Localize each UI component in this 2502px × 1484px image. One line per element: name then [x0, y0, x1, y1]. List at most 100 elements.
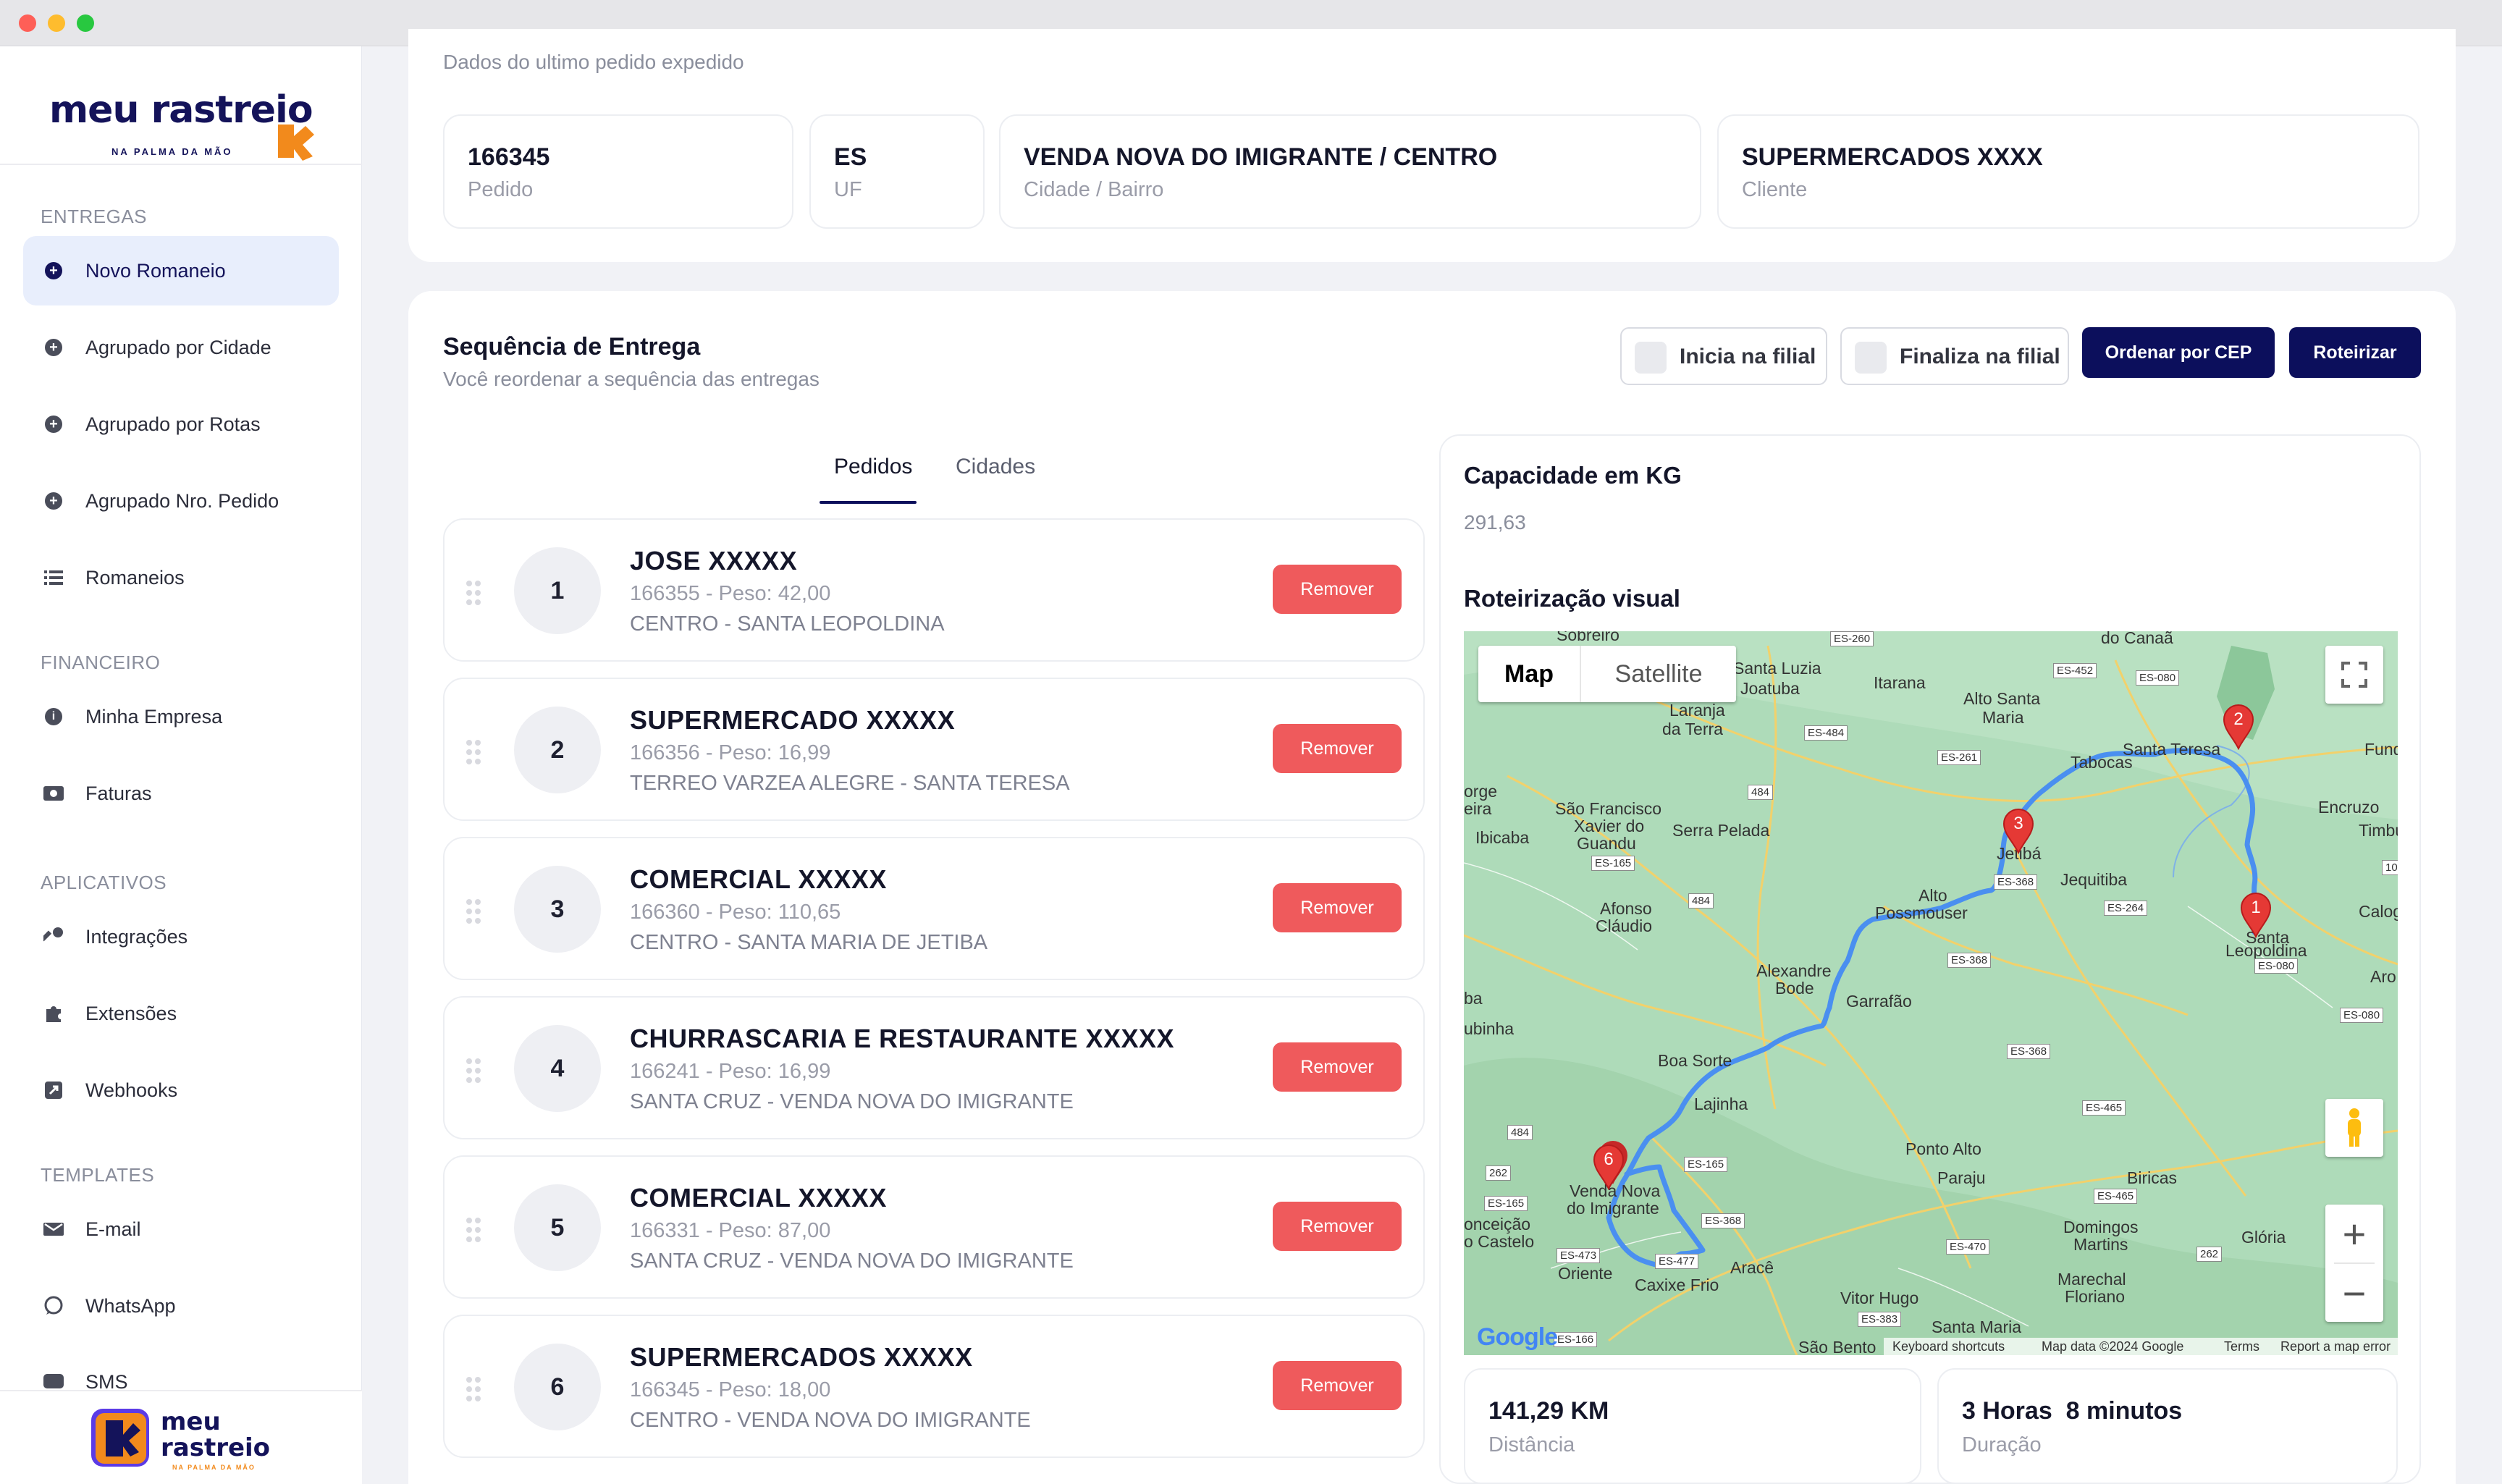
drag-handle-icon[interactable]	[466, 1058, 481, 1083]
sidebar-item-sms[interactable]: SMS	[23, 1348, 339, 1391]
fullscreen-button[interactable]	[2325, 646, 2383, 704]
duration-box: 3 Horas 8 minutos Duração	[1937, 1368, 2398, 1484]
order-meta: 166345 - Peso: 18,00	[630, 1378, 831, 1401]
sidebar-item-romaneios[interactable]: Romaneios	[23, 543, 339, 612]
sidebar-item-agrupado-rotas[interactable]: + Agrupado por Rotas	[23, 389, 339, 459]
sidebar-item-extensoes[interactable]: Extensões	[23, 979, 339, 1048]
drag-handle-icon[interactable]	[466, 581, 481, 605]
road-badge: ES-165	[1591, 856, 1635, 871]
tab-cidades[interactable]: Cidades	[956, 455, 1035, 479]
list-item-order-1[interactable]: 1 JOSE XXXXX 166355 - Peso: 42,00 CENTRO…	[443, 518, 1425, 662]
google-logo: Google	[1477, 1323, 1558, 1351]
footer-logo-text: meu rastreio	[161, 1407, 271, 1462]
section-title-aplicativos: APLICATIVOS	[41, 872, 167, 893]
remove-button[interactable]: Remover	[1273, 1361, 1402, 1410]
remove-button[interactable]: Remover	[1273, 724, 1402, 773]
map-marker-1[interactable]: 1	[2240, 892, 2272, 939]
sidebar-footer-logo[interactable]: meu rastreio NA PALMA DA MÃO	[0, 1390, 362, 1484]
street-view-pegman[interactable]	[2325, 1099, 2383, 1157]
road-badge: ES-166	[1554, 1332, 1598, 1347]
list-item-order-5[interactable]: 5 COMERCIAL XXXXX 166331 - Peso: 87,00 S…	[443, 1155, 1425, 1299]
map-type-map-button[interactable]: Map	[1478, 646, 1580, 702]
minimize-window-button[interactable]	[48, 14, 65, 32]
capacity-value: 291,63	[1464, 511, 1526, 534]
list-item-order-2[interactable]: 2 SUPERMERCADO XXXXX 166356 - Peso: 16,9…	[443, 678, 1425, 821]
map-place-label: Domingos	[2063, 1218, 2139, 1236]
keyboard-shortcuts-link[interactable]: Keyboard shortcuts	[1892, 1339, 2005, 1354]
info-box-uf: ES UF	[809, 114, 985, 229]
drag-handle-icon[interactable]	[466, 1218, 481, 1242]
sidebar-item-webhooks[interactable]: Webhooks	[23, 1055, 339, 1125]
sidebar-item-label: Integrações	[85, 925, 188, 948]
pegman-icon	[2348, 1108, 2361, 1147]
fullscreen-icon	[2341, 662, 2367, 688]
map-place-label: Oriente	[1558, 1264, 1613, 1283]
start-branch-label: Inicia na filial	[1680, 345, 1816, 368]
map-place-label: do Canaã	[2101, 631, 2173, 647]
map-data-attribution: Map data ©2024 Google	[2042, 1339, 2184, 1354]
start-branch-checkbox[interactable]: Inicia na filial	[1620, 327, 1827, 385]
sequence-number: 2	[514, 707, 601, 793]
order-customer-name: CHURRASCARIA E RESTAURANTE XXXXX	[630, 1024, 1175, 1053]
list-item-order-3[interactable]: 3 COMERCIAL XXXXX 166360 - Peso: 110,65 …	[443, 837, 1425, 980]
tab-pedidos[interactable]: Pedidos	[834, 455, 912, 479]
route-button[interactable]: Roteirizar	[2289, 327, 2421, 378]
sidebar-item-faturas[interactable]: Faturas	[23, 759, 339, 828]
drag-handle-icon[interactable]	[466, 1377, 481, 1401]
remove-button[interactable]: Remover	[1273, 1042, 1402, 1092]
map-place-label: da Terra	[1662, 720, 1723, 738]
map-place-label: Ibicaba	[1475, 828, 1530, 847]
sidebar-item-agrupado-pedido[interactable]: + Agrupado Nro. Pedido	[23, 466, 339, 536]
road-badge: ES-477	[1655, 1254, 1699, 1269]
sidebar-item-integracoes[interactable]: Integrações	[23, 902, 339, 971]
road-badge: 10	[2382, 860, 2398, 875]
map-place-label: Marechal	[2057, 1270, 2126, 1289]
close-window-button[interactable]	[19, 14, 36, 32]
map-type-satellite-button[interactable]: Satellite	[1581, 646, 1736, 702]
zoom-out-button[interactable]: −	[2325, 1264, 2383, 1322]
zoom-in-button[interactable]: +	[2325, 1205, 2383, 1262]
sidebar-item-novo-romaneio[interactable]: + Novo Romaneio	[23, 236, 339, 305]
map-marker-2[interactable]: 2	[2223, 704, 2254, 751]
info-circle-icon: i	[43, 707, 64, 727]
section-title-financeiro: FINANCEIRO	[41, 652, 161, 673]
sequence-number: 3	[514, 866, 601, 953]
drag-handle-icon[interactable]	[466, 899, 481, 924]
remove-button[interactable]: Remover	[1273, 883, 1402, 932]
road-badge: ES-165	[1484, 1196, 1528, 1211]
map-footer-bar: Keyboard shortcuts Map data ©2024 Google…	[1884, 1338, 2398, 1355]
terms-link[interactable]: Terms	[2224, 1339, 2259, 1354]
sidebar-item-label: E-mail	[85, 1218, 141, 1240]
sidebar-item-agrupado-cidade[interactable]: + Agrupado por Cidade	[23, 313, 339, 382]
order-meta: 166360 - Peso: 110,65	[630, 901, 841, 924]
drag-handle-icon[interactable]	[466, 740, 481, 764]
app-logo[interactable]: meu rastreio NA PALMA DA MÃO	[49, 75, 317, 169]
list-item-order-4[interactable]: 4 CHURRASCARIA E RESTAURANTE XXXXX 16624…	[443, 996, 1425, 1139]
sidebar-item-email[interactable]: E-mail	[23, 1194, 339, 1264]
order-meta: 166241 - Peso: 16,99	[630, 1060, 831, 1083]
map-marker-3[interactable]: 3	[2002, 808, 2034, 855]
checkbox-box[interactable]	[1635, 342, 1667, 374]
end-branch-checkbox[interactable]: Finaliza na filial	[1840, 327, 2069, 385]
order-meta: 166355 - Peso: 42,00	[630, 582, 831, 605]
road-badge: ES-484	[1804, 725, 1848, 741]
remove-button[interactable]: Remover	[1273, 1202, 1402, 1251]
maximize-window-button[interactable]	[77, 14, 94, 32]
map-place-label: Santa Teresa	[2123, 740, 2221, 759]
road-badge: 484	[1507, 1125, 1533, 1140]
order-by-cep-button[interactable]: Ordenar por CEP	[2082, 327, 2275, 378]
logo-badge-icon	[91, 1409, 149, 1467]
map-place-label: Guandu	[1577, 834, 1636, 853]
map-marker-6[interactable]: 6	[1593, 1139, 1629, 1191]
section-title-templates: TEMPLATES	[41, 1164, 155, 1186]
route-map[interactable]: Santa Luzia Joatuba Itarana Alto Santa M…	[1464, 631, 2398, 1355]
map-place-label: Martins	[2073, 1235, 2128, 1254]
order-meta: 166356 - Peso: 16,99	[630, 741, 831, 764]
checkbox-box[interactable]	[1855, 342, 1887, 374]
report-map-error-link[interactable]: Report a map error	[2280, 1339, 2391, 1354]
order-customer-name: SUPERMERCADO XXXXX	[630, 705, 956, 735]
sidebar-item-minha-empresa[interactable]: i Minha Empresa	[23, 682, 339, 751]
sidebar-item-whatsapp[interactable]: WhatsApp	[23, 1271, 339, 1341]
remove-button[interactable]: Remover	[1273, 565, 1402, 614]
list-item-order-6[interactable]: 6 SUPERMERCADOS XXXXX 166345 - Peso: 18,…	[443, 1315, 1425, 1458]
